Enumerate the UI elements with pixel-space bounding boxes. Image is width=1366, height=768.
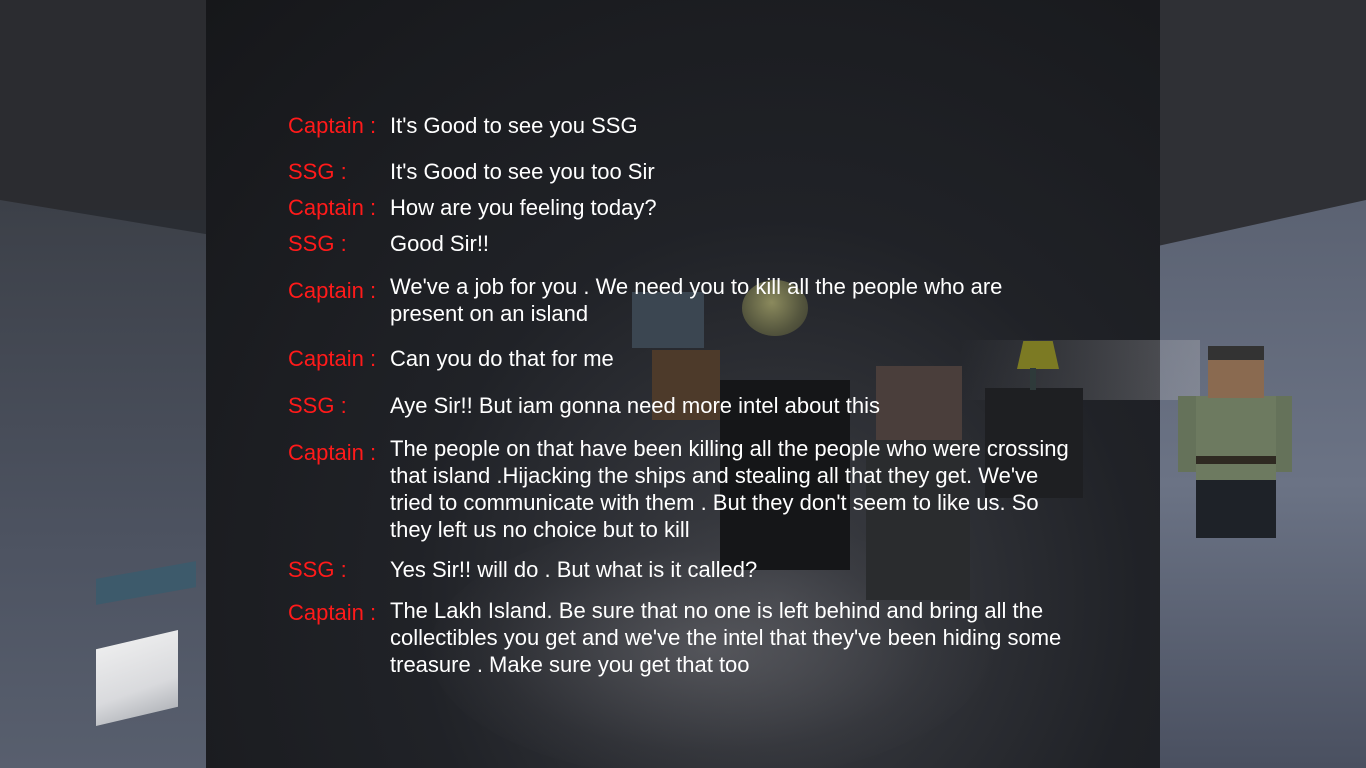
speaker-name: Captain : bbox=[288, 346, 377, 371]
dialogue-line: Captain : The Lakh Island. Be sure that … bbox=[288, 597, 1088, 678]
dialogue-text: Yes Sir!! will do . But what is it calle… bbox=[390, 557, 758, 582]
soldier-character bbox=[1178, 346, 1292, 538]
dialogue-text: It's Good to see you SSG bbox=[390, 113, 638, 138]
bed bbox=[96, 560, 214, 730]
left-wall-upper bbox=[0, 0, 206, 210]
speaker-name: Captain : bbox=[288, 195, 377, 220]
soldier-torso bbox=[1196, 396, 1276, 480]
dialogue-text: We've a job for you . We need you to kil… bbox=[390, 274, 1003, 326]
soldier-left-arm bbox=[1178, 396, 1196, 472]
dialogue-line: Captain : We've a job for you . We need … bbox=[288, 273, 1088, 327]
dialogue-text: How are you feeling today? bbox=[390, 195, 657, 220]
dialogue-text: Good Sir!! bbox=[390, 231, 490, 256]
dialogue-line: SSG : Good Sir!! bbox=[288, 230, 1088, 257]
dialogue-box: Captain : It's Good to see you SSG SSG :… bbox=[288, 0, 1088, 768]
dialogue-line: SSG : Aye Sir!! But iam gonna need more … bbox=[288, 392, 1088, 419]
bed-headboard bbox=[96, 561, 196, 605]
soldier-legs bbox=[1196, 480, 1276, 538]
dialogue-text: Aye Sir!! But iam gonna need more intel … bbox=[390, 393, 880, 418]
dialogue-line: Captain : How are you feeling today? bbox=[288, 194, 1088, 221]
dialogue-line: SSG : It's Good to see you too Sir bbox=[288, 158, 1088, 185]
dialogue-text: It's Good to see you too Sir bbox=[390, 159, 655, 184]
speaker-name: Captain : bbox=[288, 600, 377, 625]
dialogue-text: The Lakh Island. Be sure that no one is … bbox=[390, 598, 1062, 677]
bed-mattress bbox=[96, 630, 178, 726]
soldier-belt bbox=[1196, 456, 1276, 464]
dialogue-line: Captain : It's Good to see you SSG bbox=[288, 112, 1088, 139]
speaker-name: SSG : bbox=[288, 557, 347, 582]
dialogue-line: Captain : Can you do that for me bbox=[288, 345, 1088, 372]
speaker-name: Captain : bbox=[288, 278, 377, 303]
dialogue-text: Can you do that for me bbox=[390, 346, 614, 371]
dialogue-line: SSG : Yes Sir!! will do . But what is it… bbox=[288, 556, 1088, 583]
dialogue-text: The people on that have been killing all… bbox=[390, 436, 1069, 542]
soldier-right-arm bbox=[1276, 396, 1292, 472]
soldier-hair bbox=[1208, 346, 1264, 360]
speaker-name: Captain : bbox=[288, 440, 377, 465]
speaker-name: SSG : bbox=[288, 393, 347, 418]
speaker-name: SSG : bbox=[288, 231, 347, 256]
speaker-name: SSG : bbox=[288, 159, 347, 184]
dialogue-line: Captain : The people on that have been k… bbox=[288, 435, 1088, 543]
speaker-name: Captain : bbox=[288, 113, 377, 138]
